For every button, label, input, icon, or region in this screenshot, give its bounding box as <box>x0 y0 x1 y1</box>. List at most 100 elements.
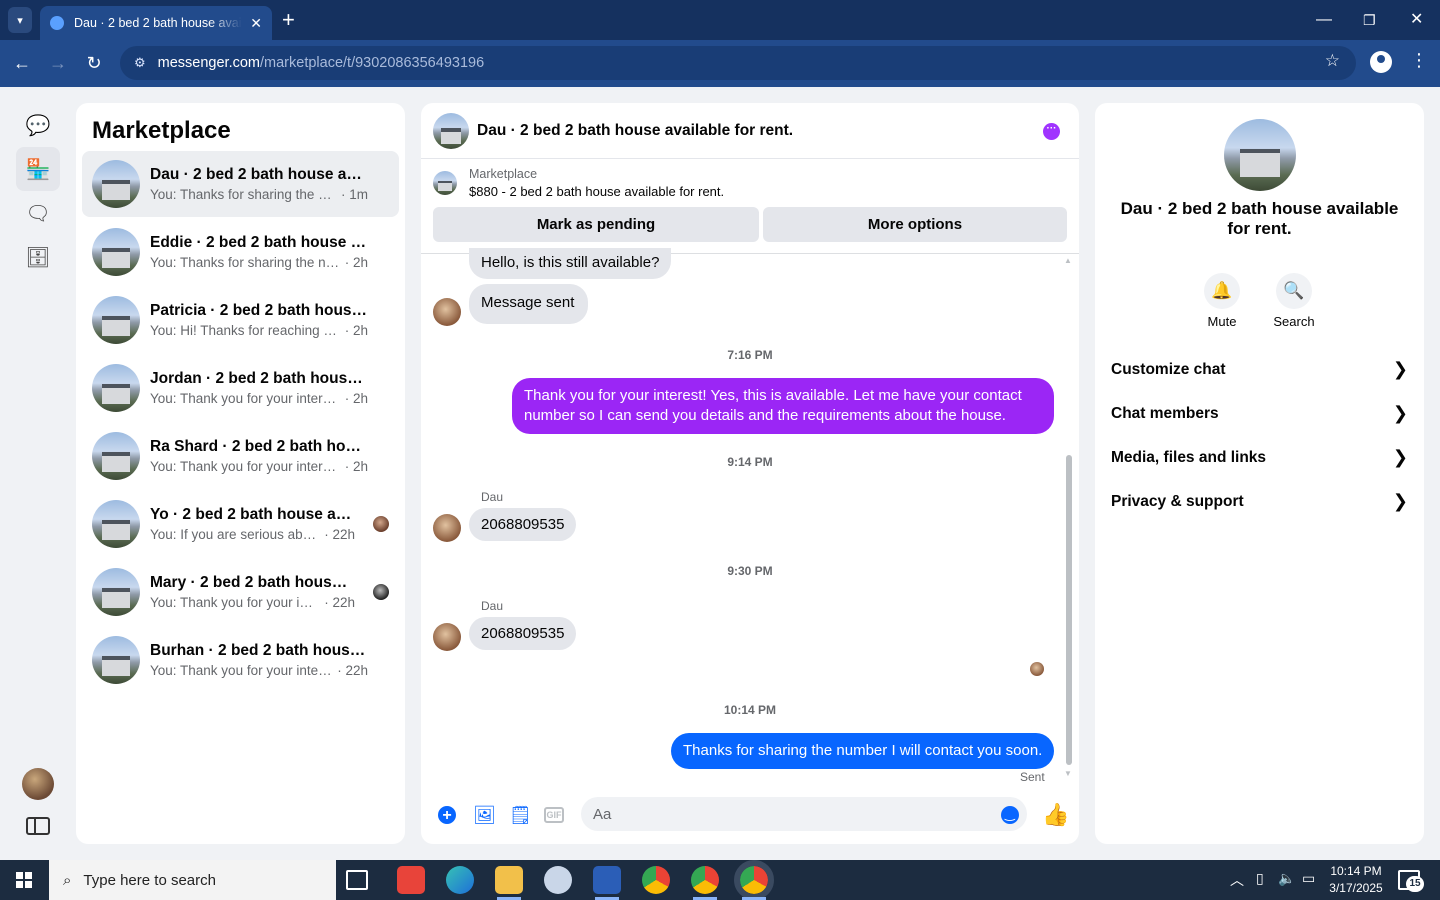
battery-icon[interactable]: ▯ <box>1256 870 1264 887</box>
house-avatar <box>92 432 140 480</box>
taskbar-clock[interactable]: 10:14 PM 3/17/2025 <box>1322 863 1390 897</box>
conversation-item[interactable]: Dau · 2 bed 2 bath house available for r… <box>82 151 399 217</box>
sender-avatar <box>433 298 461 326</box>
conversation-item[interactable]: Yo · 2 bed 2 bath house available for re… <box>82 491 399 557</box>
new-tab-button[interactable]: + <box>282 8 295 32</box>
profile-icon[interactable] <box>1370 51 1392 73</box>
start-button[interactable] <box>0 860 48 900</box>
customize-chat-item[interactable]: Customize chat ❯ <box>1111 359 1408 380</box>
house-avatar <box>92 636 140 684</box>
conversation-time: · 22h <box>324 527 355 542</box>
edge-icon[interactable] <box>446 866 474 894</box>
requests-nav-icon[interactable]: 🗨 <box>16 191 60 235</box>
file-explorer-icon[interactable] <box>495 866 523 900</box>
reload-button[interactable]: ↻ <box>82 51 106 75</box>
mute-button[interactable]: 🔔 Mute <box>1192 273 1252 329</box>
network-icon[interactable]: ▭ <box>1302 870 1315 887</box>
sticker-icon[interactable]: 🗒 <box>509 805 532 825</box>
tab-search-button[interactable]: ▾ <box>8 7 32 33</box>
conversation-item[interactable]: Jordan · 2 bed 2 bath house available fo… <box>82 355 399 421</box>
seen-avatar <box>373 516 389 532</box>
scroll-up-arrow-icon[interactable]: ▲ <box>1064 256 1072 265</box>
minimize-button[interactable]: — <box>1316 8 1332 32</box>
search-icon: ⌕ <box>63 871 72 889</box>
media-files-links-item[interactable]: Media, files and links ❯ <box>1111 447 1408 468</box>
address-bar[interactable]: ⚙ messenger.com/marketplace/t/9302086356… <box>120 46 1356 80</box>
back-button[interactable]: ← <box>10 51 34 75</box>
chevron-right-icon: ❯ <box>1392 447 1408 467</box>
chat-members-item[interactable]: Chat members ❯ <box>1111 403 1408 424</box>
conversation-item[interactable]: Patricia · 2 bed 2 bath house available … <box>82 287 399 353</box>
conversation-name: Jordan · 2 bed 2 bath house available fo… <box>150 370 368 387</box>
clock-date: 3/17/2025 <box>1329 881 1383 895</box>
more-options-icon[interactable]: ··· <box>1043 123 1060 140</box>
word-icon[interactable] <box>593 866 621 900</box>
incoming-message: Hello, is this still available? <box>469 248 672 279</box>
conversation-item[interactable]: Mary · 2 bed 2 bath house available for … <box>82 559 399 625</box>
sent-status: Sent <box>1020 770 1045 784</box>
toggle-sidebar-icon[interactable] <box>26 817 50 835</box>
plus-icon[interactable]: + <box>438 806 456 824</box>
forward-button[interactable]: → <box>46 51 70 75</box>
site-info-icon[interactable]: ⚙ <box>134 55 146 71</box>
taskbar-search[interactable]: ⌕ Type here to search <box>49 860 336 900</box>
chat-header-avatar[interactable] <box>433 112 469 149</box>
windows-logo-icon <box>16 872 32 888</box>
timestamp: 7:16 PM <box>727 348 773 362</box>
conversation-time: · 2h <box>344 391 368 406</box>
house-avatar <box>92 500 140 548</box>
conversation-time: · 22h <box>324 595 355 610</box>
bookmark-star-icon[interactable]: ☆ <box>1325 51 1340 71</box>
conversation-list-panel: Marketplace Dau · 2 bed 2 bath house ava… <box>76 103 405 844</box>
more-options-button[interactable]: More options <box>763 207 1067 242</box>
search-icon: 🔍 <box>1276 273 1312 309</box>
app-icon-paint[interactable] <box>544 866 572 894</box>
volume-icon[interactable]: 🔈 <box>1278 870 1295 887</box>
privacy-support-item[interactable]: Privacy & support ❯ <box>1111 491 1408 512</box>
marketplace-listing[interactable]: Marketplace $880 - 2 bed 2 bath house av… <box>433 167 724 199</box>
conversation-name: Ra Shard · 2 bed 2 bath house available … <box>150 438 368 455</box>
browser-tab-active[interactable]: Dau · 2 bed 2 bath house available for r… <box>40 6 272 40</box>
task-view-icon[interactable] <box>346 870 368 890</box>
conversation-snippet: You: Thank you for your interest! Yes, t… <box>150 663 333 678</box>
search-label: Search <box>1273 314 1315 329</box>
browser-menu-icon[interactable]: ⋮ <box>1410 50 1428 71</box>
emoji-icon[interactable] <box>1001 806 1019 824</box>
message-input[interactable] <box>581 797 1027 831</box>
photo-icon[interactable]: 🖼 <box>473 805 496 825</box>
chats-nav-icon[interactable]: 💬 <box>16 103 60 147</box>
restore-button[interactable]: ❐ <box>1363 8 1376 32</box>
message-list[interactable]: Hello, is this still available? Message … <box>421 248 1079 789</box>
house-avatar <box>92 228 140 276</box>
mark-as-pending-button[interactable]: Mark as pending <box>433 207 759 242</box>
thumbs-up-icon[interactable]: 👍 <box>1042 803 1069 827</box>
conversation-time: · 2h <box>344 255 368 270</box>
bell-icon: 🔔 <box>1204 273 1240 309</box>
gif-icon[interactable]: GIF <box>544 807 564 823</box>
chrome-profile-icon[interactable] <box>691 866 719 900</box>
search-button[interactable]: 🔍 Search <box>1264 273 1324 329</box>
close-window-button[interactable]: ✕ <box>1410 8 1423 32</box>
app-icon-red[interactable] <box>397 866 425 894</box>
chat-panel: Dau · 2 bed 2 bath house available for r… <box>421 103 1079 844</box>
conversation-item[interactable]: Ra Shard · 2 bed 2 bath house available … <box>82 423 399 489</box>
conversation-item[interactable]: Burhan · 2 bed 2 bath house available fo… <box>82 627 399 693</box>
chat-title[interactable]: Dau · 2 bed 2 bath house available for r… <box>477 122 793 140</box>
conversation-item[interactable]: Eddie · 2 bed 2 bath house available for… <box>82 219 399 285</box>
marketplace-label: Marketplace <box>469 167 538 181</box>
scrollbar-thumb[interactable] <box>1066 455 1072 765</box>
listing-thumbnail <box>433 171 457 195</box>
conversation-time: · 22h <box>337 663 368 678</box>
close-tab-icon[interactable]: ✕ <box>250 15 262 32</box>
sidebar-title: Marketplace <box>92 117 231 144</box>
user-avatar[interactable] <box>22 768 54 800</box>
show-hidden-icons-chevron-icon[interactable]: ︿ <box>1230 870 1244 890</box>
conversation-time: · 2h <box>344 459 368 474</box>
conversation-snippet: You: Thanks for sharing the number I wil… <box>150 187 337 202</box>
chrome-icon[interactable] <box>642 866 670 894</box>
chrome-active-icon[interactable] <box>734 860 774 900</box>
archive-nav-icon[interactable]: 🗄 <box>16 235 60 279</box>
conversation-info-panel: Dau · 2 bed 2 bath house available for r… <box>1095 103 1424 844</box>
marketplace-nav-icon[interactable]: 🏪 <box>16 147 60 191</box>
scroll-down-arrow-icon[interactable]: ▼ <box>1064 769 1072 778</box>
